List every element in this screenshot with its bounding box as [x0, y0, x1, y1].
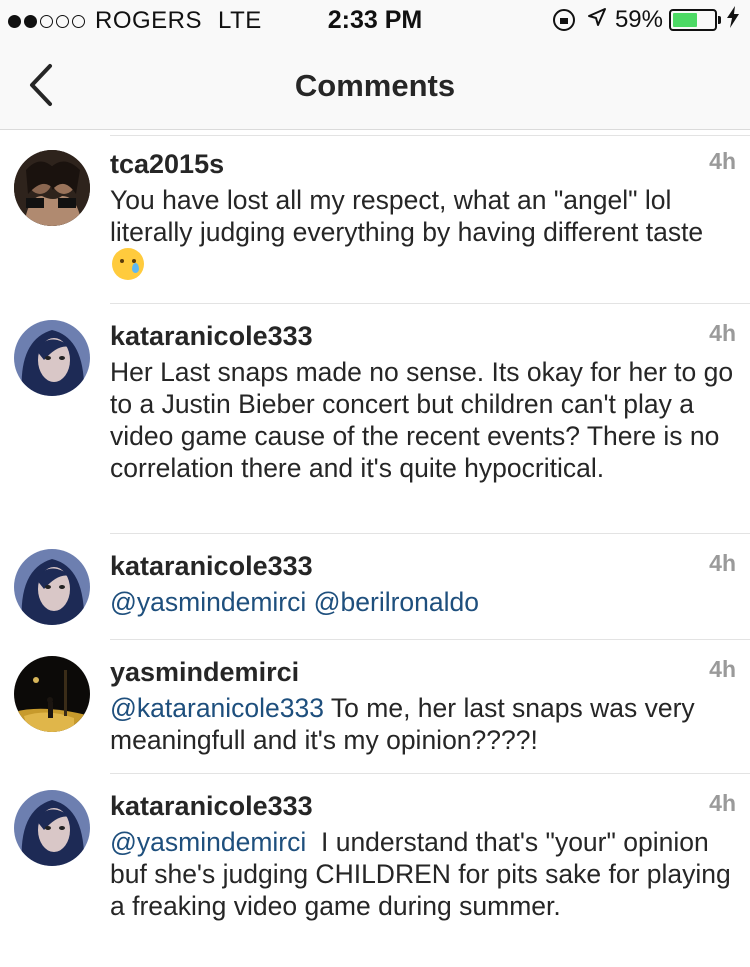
comment-timestamp: 4h — [709, 656, 736, 682]
battery-level — [673, 13, 697, 27]
navigation-bar: Comments — [0, 40, 750, 130]
comment-body: yasmindemirci 4h @kataranicole333 To me,… — [110, 656, 736, 756]
page-title: Comments — [294, 68, 456, 103]
location-arrow-icon — [587, 6, 607, 34]
avatar[interactable] — [14, 320, 90, 396]
charging-bolt-icon — [726, 6, 740, 34]
avatar[interactable] — [14, 549, 90, 625]
avatar[interactable] — [14, 790, 90, 866]
comment-timestamp: 4h — [709, 550, 736, 576]
comment-body: kataranicole333 4h Her Last snaps made n… — [110, 320, 736, 484]
comment-text: @kataranicole333 To me, her last snaps w… — [110, 693, 695, 755]
comment-timestamp: 4h — [709, 790, 736, 816]
comment-username[interactable]: kataranicole333 — [110, 320, 736, 352]
comment-username[interactable]: kataranicole333 — [110, 790, 736, 822]
avatar[interactable] — [14, 656, 90, 732]
comment-timestamp: 4h — [709, 148, 736, 174]
comment-timestamp: 4h — [709, 320, 736, 346]
comment-text: @yasmindemirci I understand that's "your… — [110, 827, 739, 921]
comment-item: kataranicole333 4h Her Last snaps made n… — [0, 304, 750, 534]
comment-item: kataranicole333 4h @yasmindemirci I unde… — [0, 774, 750, 967]
comment-body: kataranicole333 4h @yasmindemirci @beril… — [110, 550, 736, 618]
comment-body: kataranicole333 4h @yasmindemirci I unde… — [110, 790, 736, 922]
battery-percent: 59% — [614, 6, 663, 33]
mention-link[interactable]: @yasmindemirci — [110, 587, 306, 617]
mention-link[interactable]: @berilronaldo — [314, 587, 479, 617]
comment-body: tca2015s 4h You have lost all my respect… — [110, 148, 736, 281]
mention-link[interactable]: @kataranicole333 — [110, 693, 324, 723]
comment-text: You have lost all my respect, what an "a… — [110, 184, 736, 281]
battery-icon — [669, 9, 717, 31]
comment-username[interactable]: tca2015s — [110, 148, 736, 180]
comment-item: tca2015s 4h You have lost all my respect… — [0, 132, 750, 304]
comment-text: Her Last snaps made no sense. Its okay f… — [110, 357, 734, 483]
status-right: 59% — [552, 6, 740, 34]
crying-face-icon — [112, 248, 144, 280]
comment-text: @yasmindemirci @berilronaldo — [110, 586, 736, 618]
comment-item: kataranicole333 4h @yasmindemirci @beril… — [0, 534, 750, 640]
comment-username[interactable]: yasmindemirci — [110, 656, 736, 688]
comments-list[interactable]: tca2015s 4h You have lost all my respect… — [0, 132, 750, 921]
status-bar: ROGERS LTE 2:33 PM 59% — [0, 0, 750, 40]
comment-item: yasmindemirci 4h @kataranicole333 To me,… — [0, 640, 750, 774]
mention-link[interactable]: @yasmindemirci — [110, 827, 306, 857]
rotation-lock-icon — [552, 9, 575, 31]
comment-username[interactable]: kataranicole333 — [110, 550, 736, 582]
avatar[interactable] — [14, 150, 90, 226]
